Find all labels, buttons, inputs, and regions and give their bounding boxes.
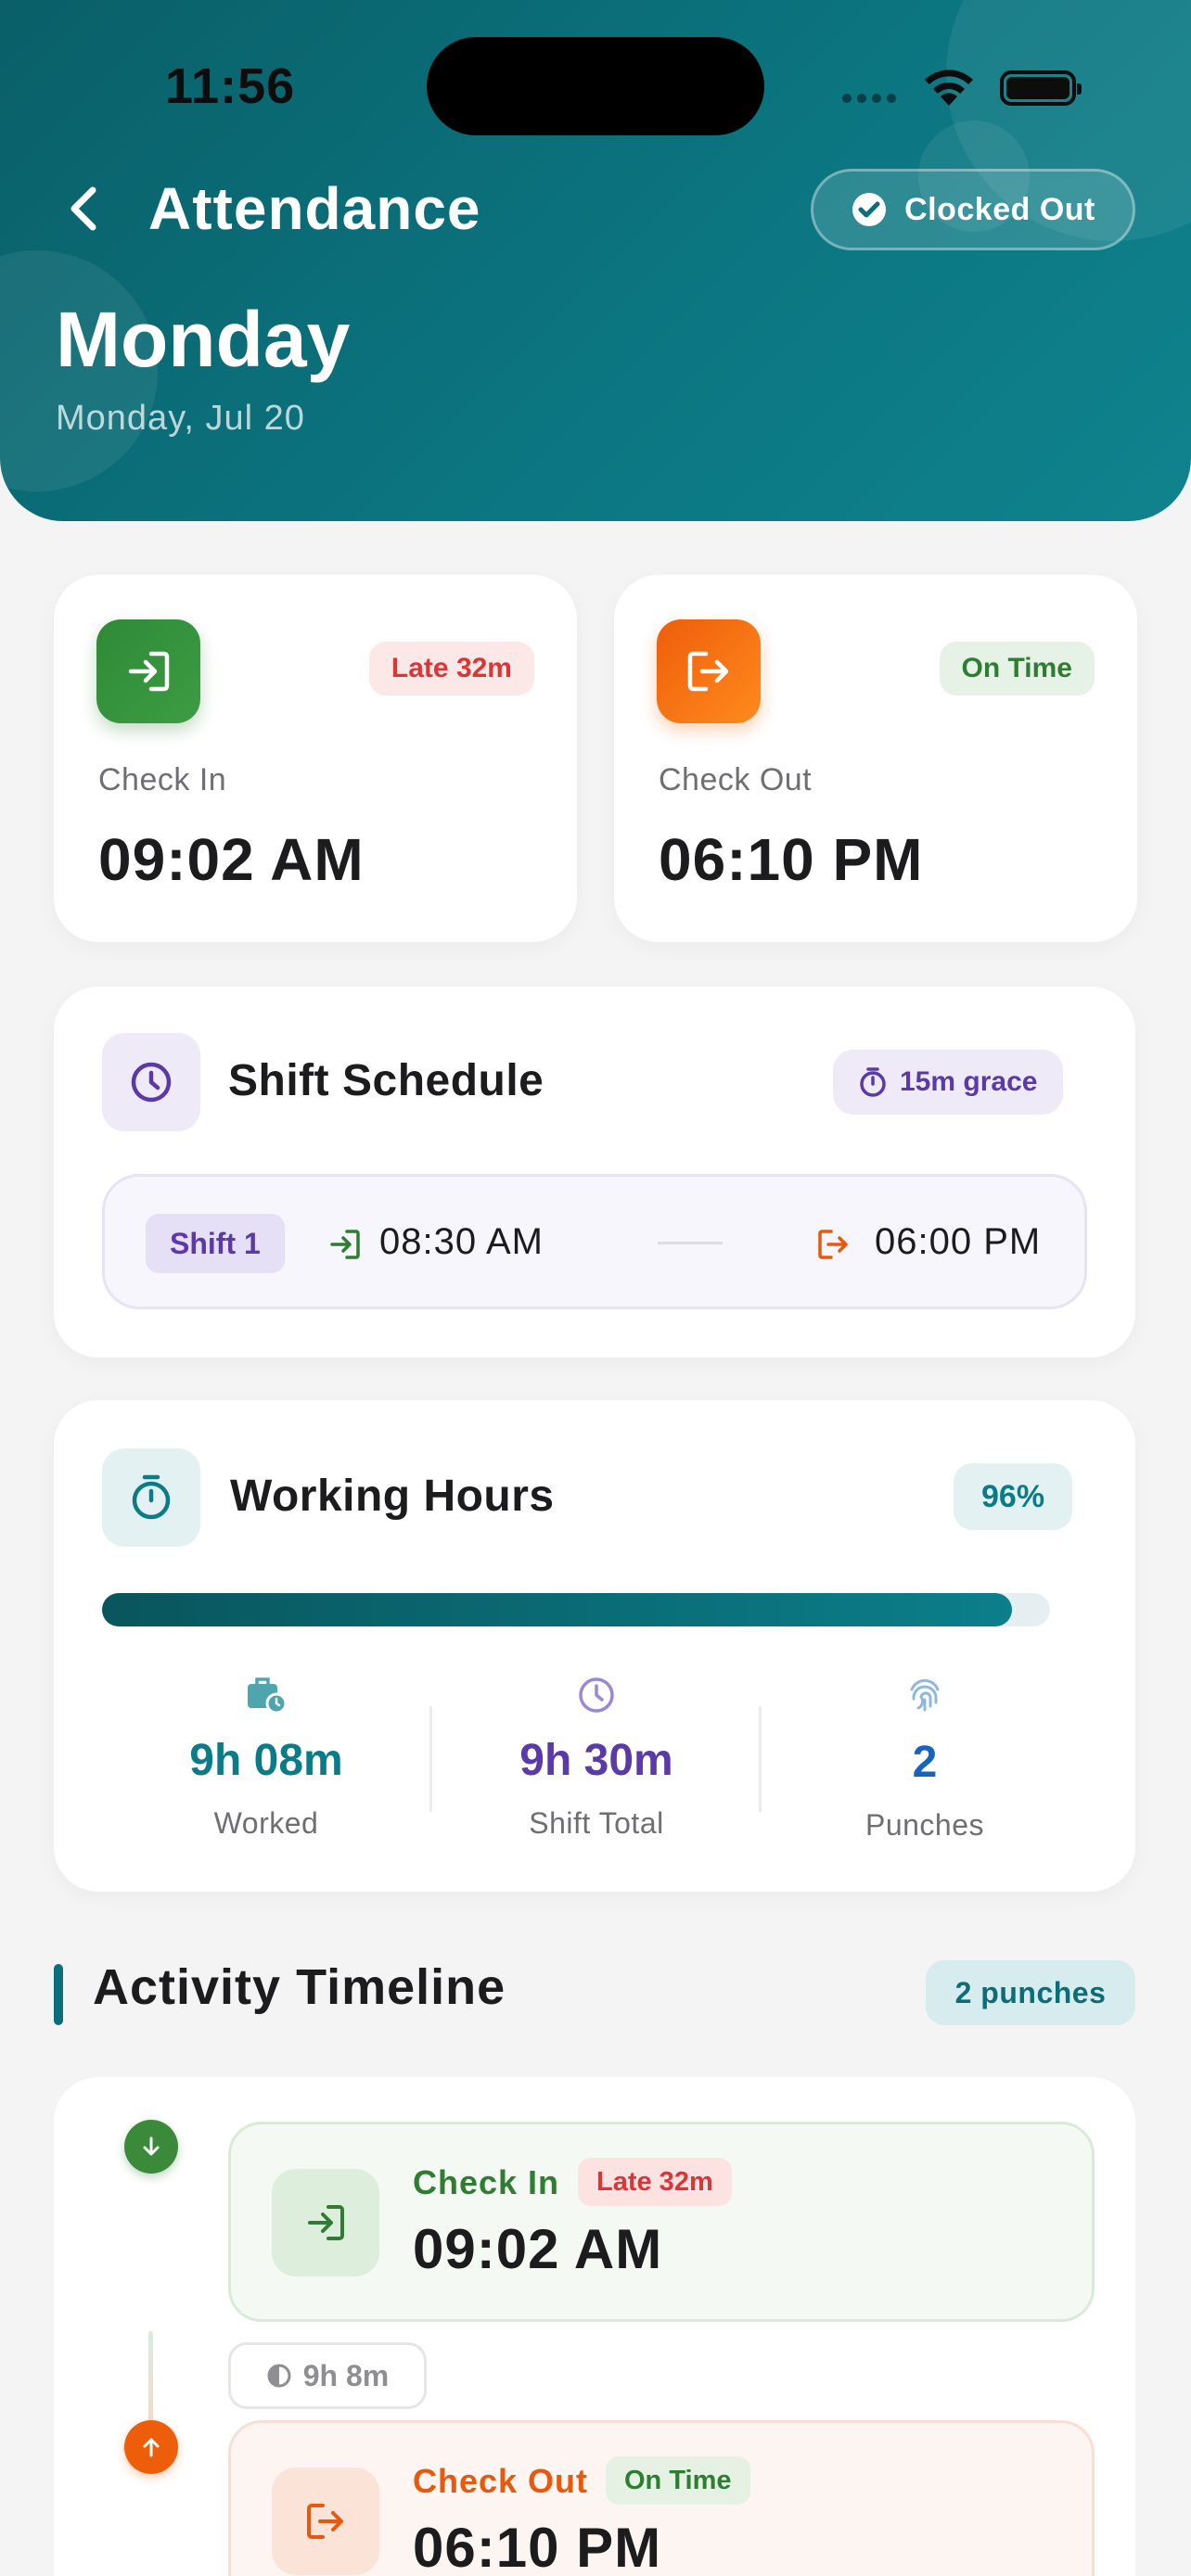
stat-shift-total-value: 9h 30m (519, 1736, 673, 1785)
stat-shift-total-caption: Shift Total (529, 1806, 664, 1840)
check-in-label: Check In (98, 762, 227, 797)
timeline-entry-label: Check Out (413, 2462, 589, 2500)
percent-badge: 96% (954, 1463, 1073, 1530)
stat-worked-caption: Worked (213, 1806, 319, 1840)
duration-pill: 9h 8m (228, 2342, 427, 2409)
timeline-title: Activity Timeline (93, 1959, 506, 2015)
half-moon-icon (267, 2364, 291, 2388)
logout-icon (307, 2504, 343, 2539)
check-circle-icon (852, 193, 887, 226)
shift-schedule-title: Shift Schedule (228, 1056, 544, 1105)
fingerprint-icon (910, 1678, 940, 1712)
punch-count-badge: 2 punches (926, 1960, 1135, 2025)
working-hours-progress-fill (102, 1593, 1013, 1626)
login-icon (330, 1230, 360, 1259)
timeline-dot-out (124, 2420, 178, 2474)
shift-end-time: 06:00 PM (875, 1221, 1042, 1262)
signal-icon (842, 91, 907, 104)
arrow-down-icon (143, 2136, 160, 2156)
arrow-up-icon (143, 2438, 160, 2457)
page-title: Attendance (148, 175, 481, 242)
clock-icon (131, 1062, 172, 1103)
check-out-card[interactable]: On Time Check Out 06:10 PM (614, 575, 1137, 942)
wifi-icon (925, 70, 973, 106)
briefcase-clock-icon (248, 1677, 288, 1715)
shift-start-time: 08:30 AM (379, 1221, 544, 1262)
stat-punches-value: 2 (912, 1738, 938, 1787)
day-date: Monday, Jul 20 (56, 399, 305, 438)
timeline-entry-check-in[interactable]: Check In Late 32m 09:02 AM (228, 2122, 1095, 2322)
check-in-icon-tile (96, 619, 200, 723)
login-icon (308, 2205, 344, 2240)
timeline-dot-in (124, 2120, 178, 2174)
check-out-label: Check Out (659, 762, 813, 797)
section-accent-bar (54, 1964, 63, 2025)
check-in-time: 09:02 AM (98, 826, 365, 893)
stat-punches: 2 Punches (761, 1675, 1089, 1843)
timeline-entry-icon-tile (272, 2169, 379, 2276)
timeline-entry-time: 06:10 PM (413, 2517, 662, 2576)
working-hours-icon-tile (102, 1448, 200, 1547)
working-hours-progress (102, 1593, 1050, 1626)
stopwatch-icon (132, 1474, 171, 1520)
logout-icon (818, 1230, 848, 1259)
chevron-left-icon (70, 186, 96, 231)
dynamic-island (427, 37, 764, 135)
duration-label: 9h 8m (302, 2358, 390, 2392)
timer-icon (860, 1067, 886, 1097)
check-out-icon-tile (657, 619, 761, 723)
stat-shift-total: 9h 30m Shift Total (432, 1675, 761, 1841)
stat-worked: 9h 08m Worked (102, 1675, 430, 1841)
timeline-entry-time: 09:02 AM (413, 2218, 663, 2280)
on-time-badge: On Time (939, 642, 1095, 695)
back-button[interactable] (56, 176, 111, 241)
shift-row: Shift 1 08:30 AM 06:00 PM (102, 1174, 1087, 1309)
working-hours-title: Working Hours (230, 1472, 555, 1521)
shift-divider (658, 1242, 723, 1244)
grace-badge: 15m grace (833, 1050, 1064, 1115)
clock-icon (579, 1677, 614, 1713)
late-badge: Late 32m (368, 642, 534, 695)
on-time-badge: On Time (606, 2456, 750, 2505)
battery-icon (1000, 70, 1082, 106)
timeline-entry-icon-tile (272, 2468, 379, 2575)
grace-label: 15m grace (900, 1066, 1038, 1097)
timeline-entry-check-out[interactable]: Check Out On Time 06:10 PM (228, 2420, 1095, 2576)
late-badge: Late 32m (578, 2158, 732, 2206)
status-bar-time: 11:56 (165, 58, 296, 114)
shift-icon-tile (102, 1033, 200, 1131)
clock-status-pill: Clocked Out (811, 169, 1135, 250)
check-out-time: 06:10 PM (659, 826, 924, 893)
shift-chip: Shift 1 (146, 1214, 285, 1273)
check-in-card[interactable]: Late 32m Check In 09:02 AM (54, 575, 577, 942)
stat-punches-caption: Punches (864, 1808, 985, 1842)
day-title: Monday (56, 296, 351, 383)
stat-worked-value: 9h 08m (189, 1736, 343, 1785)
header: 11:56 Attendance Clocked Out Monday Mond… (0, 0, 1191, 521)
clock-status-label: Clocked Out (904, 191, 1095, 227)
timeline-entry-label: Check In (413, 2163, 560, 2201)
logout-icon (687, 651, 729, 692)
timeline-connector (148, 2331, 153, 2433)
login-icon (128, 651, 170, 692)
